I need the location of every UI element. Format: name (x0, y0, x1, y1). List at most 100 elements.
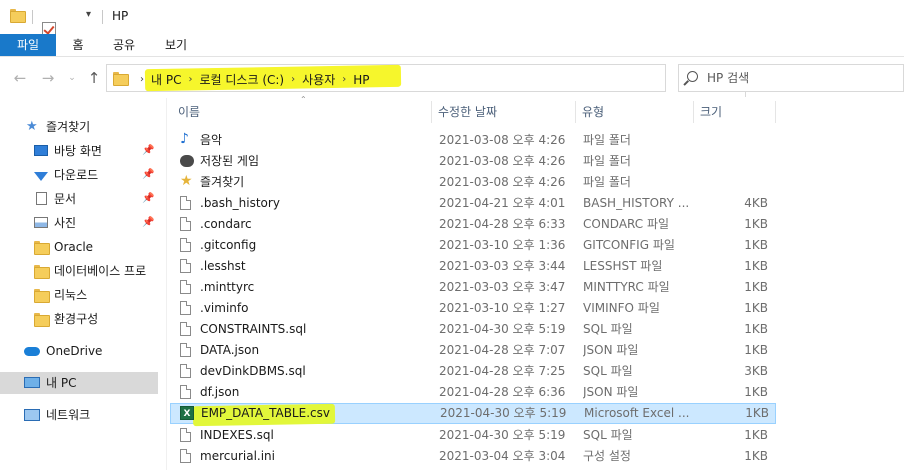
file-type: CONDARC 파일 (583, 217, 670, 231)
file-size: 3KB (744, 364, 768, 378)
sidebar-item-this-pc[interactable]: 내 PC (0, 372, 158, 394)
file-date: 2021-03-03 오후 3:47 (439, 280, 566, 294)
sidebar-item-database[interactable]: 데이터베이스 프로 (0, 260, 158, 282)
file-type: 파일 폴더 (583, 133, 631, 147)
file-date: 2021-03-10 오후 1:36 (439, 238, 566, 252)
file-name: devDinkDBMS.sql (200, 364, 306, 378)
up-arrow-icon[interactable]: ↑ (84, 68, 104, 88)
crumb-hp[interactable]: HP (353, 73, 369, 87)
list-item[interactable]: .minttyrc 2021-03-03 오후 3:47 MINTTYRC 파일… (170, 277, 776, 298)
folder-icon (34, 265, 50, 279)
network-icon (24, 409, 40, 421)
file-date: 2021-04-21 오후 4:01 (439, 196, 566, 210)
file-size: 1KB (744, 280, 768, 294)
search-box[interactable] (678, 64, 904, 92)
file-type: GITCONFIG 파일 (583, 238, 675, 252)
file-date: 2021-04-28 오후 7:25 (439, 364, 566, 378)
sidebar-item-quick-access[interactable]: ★ 즐겨찾기 (0, 116, 158, 138)
file-date: 2021-03-08 오후 4:26 (439, 175, 566, 189)
file-size: 1KB (744, 217, 768, 231)
file-type: VIMINFO 파일 (583, 301, 660, 315)
file-name: 저장된 게임 (200, 154, 260, 168)
list-item[interactable]: .viminfo 2021-03-10 오후 1:27 VIMINFO 파일 1… (170, 298, 776, 319)
desktop-icon (34, 145, 48, 156)
chevron-right-icon[interactable]: › (291, 74, 295, 85)
sidebar-item-downloads[interactable]: 다운로드 📌 (0, 164, 158, 186)
chevron-right-icon[interactable]: › (140, 74, 144, 85)
search-input[interactable] (707, 70, 897, 86)
list-item[interactable]: 저장된 게임 2021-03-08 오후 4:26 파일 폴더 (170, 151, 776, 172)
crumb-users[interactable]: 사용자 (302, 71, 335, 88)
file-size: 1KB (744, 259, 768, 273)
breadcrumb: › 내 PC › 로컬 디스크 (C:) › 사용자 › HP (133, 71, 370, 88)
chevron-right-icon[interactable]: › (188, 74, 192, 85)
forward-arrow-icon[interactable]: → (38, 68, 58, 88)
file-icon (180, 280, 191, 294)
file-size: 1KB (744, 385, 768, 399)
sidebar-item-env-setup[interactable]: 환경구성 (0, 308, 158, 330)
back-arrow-icon[interactable]: ← (10, 68, 30, 88)
pin-icon[interactable]: 📌 (142, 212, 154, 234)
pin-icon[interactable]: 📌 (142, 188, 154, 210)
pin-icon[interactable]: 📌 (142, 140, 154, 162)
column-header-type[interactable]: 유형 (576, 101, 694, 123)
file-date: 2021-03-10 오후 1:27 (439, 301, 566, 315)
column-header-name[interactable]: 이름 (172, 101, 432, 123)
sidebar-item-linux[interactable]: 리눅스 (0, 284, 158, 306)
quick-access-dropdown-icon[interactable]: ▾ (86, 9, 91, 20)
ribbon-tabs: 파일 홈 공유 보기 (0, 34, 904, 57)
folder-icon (113, 72, 129, 86)
sidebar-item-label: 사진 (54, 216, 77, 230)
sidebar-item-documents[interactable]: 문서 📌 (0, 188, 158, 210)
list-item[interactable]: df.json 2021-04-28 오후 6:36 JSON 파일 1KB (170, 382, 776, 403)
list-item[interactable]: .bash_history 2021-04-21 오후 4:01 BASH_HI… (170, 193, 776, 214)
crumb-local-disk[interactable]: 로컬 디스크 (C:) (199, 71, 284, 88)
file-date: 2021-04-28 오후 6:33 (439, 217, 566, 231)
file-date: 2021-04-28 오후 7:07 (439, 343, 566, 357)
sidebar-item-network[interactable]: 네트워크 (0, 404, 158, 426)
file-icon (180, 217, 191, 231)
excel-icon: X (180, 406, 194, 420)
file-type: BASH_HISTORY ... (583, 196, 690, 210)
crumb-this-pc[interactable]: 내 PC (151, 71, 181, 88)
list-item[interactable]: INDEXES.sql 2021-04-30 오후 5:19 SQL 파일 1K… (170, 425, 776, 446)
file-size: 1KB (744, 322, 768, 336)
list-item[interactable]: mercurial.ini 2021-03-04 오후 3:04 구성 설정 1… (170, 446, 776, 467)
file-size: 1KB (744, 428, 768, 442)
window-title: HP (112, 9, 129, 23)
file-size: 1KB (744, 449, 768, 463)
tab-home[interactable]: 홈 (60, 34, 96, 56)
list-item[interactable]: .lesshst 2021-03-03 오후 3:44 LESSHST 파일 1… (170, 256, 776, 277)
list-item-selected[interactable]: X EMP_DATA_TABLE.csv 2021-04-30 오후 5:19 … (170, 403, 776, 427)
file-name: EMP_DATA_TABLE.csv (201, 406, 330, 420)
list-item[interactable]: ♪ 음악 2021-03-08 오후 4:26 파일 폴더 (170, 130, 776, 151)
tab-view[interactable]: 보기 (156, 34, 196, 56)
sidebar-item-pictures[interactable]: 사진 📌 (0, 212, 158, 234)
sidebar-item-onedrive[interactable]: OneDrive (0, 340, 158, 362)
pin-icon[interactable]: 📌 (142, 164, 154, 186)
list-item[interactable]: devDinkDBMS.sql 2021-04-28 오후 7:25 SQL 파… (170, 361, 776, 382)
file-name: .gitconfig (200, 238, 257, 252)
address-bar[interactable]: › 내 PC › 로컬 디스크 (C:) › 사용자 › HP ⌄ ↻ (106, 64, 766, 97)
list-item[interactable]: CONSTRAINTS.sql 2021-04-30 오후 5:19 SQL 파… (170, 319, 776, 340)
column-header-date[interactable]: 수정한 날짜 (432, 101, 576, 123)
divider (166, 98, 167, 470)
file-name: .lesshst (200, 259, 246, 273)
file-icon (180, 428, 191, 442)
list-item[interactable]: .gitconfig 2021-03-10 오후 1:36 GITCONFIG … (170, 235, 776, 256)
tab-file[interactable]: 파일 (0, 34, 56, 56)
pictures-icon (34, 217, 48, 228)
list-item[interactable]: ★ 즐겨찾기 2021-03-08 오후 4:26 파일 폴더 (170, 172, 776, 193)
sidebar-item-label: 리눅스 (54, 288, 88, 302)
sidebar-item-desktop[interactable]: 바탕 화면 📌 (0, 140, 158, 162)
recent-locations-chevron-icon[interactable]: ⌄ (62, 68, 82, 88)
file-name: .viminfo (200, 301, 249, 315)
tab-share[interactable]: 공유 (104, 34, 144, 56)
list-item[interactable]: .condarc 2021-04-28 오후 6:33 CONDARC 파일 1… (170, 214, 776, 235)
list-item[interactable]: DATA.json 2021-04-28 오후 7:07 JSON 파일 1KB (170, 340, 776, 361)
folder-icon (34, 289, 50, 303)
chevron-right-icon[interactable]: › (342, 74, 346, 85)
file-name: .minttyrc (200, 280, 255, 294)
sidebar-item-oracle[interactable]: Oracle (0, 236, 158, 258)
column-header-size[interactable]: 크기 (694, 101, 776, 123)
